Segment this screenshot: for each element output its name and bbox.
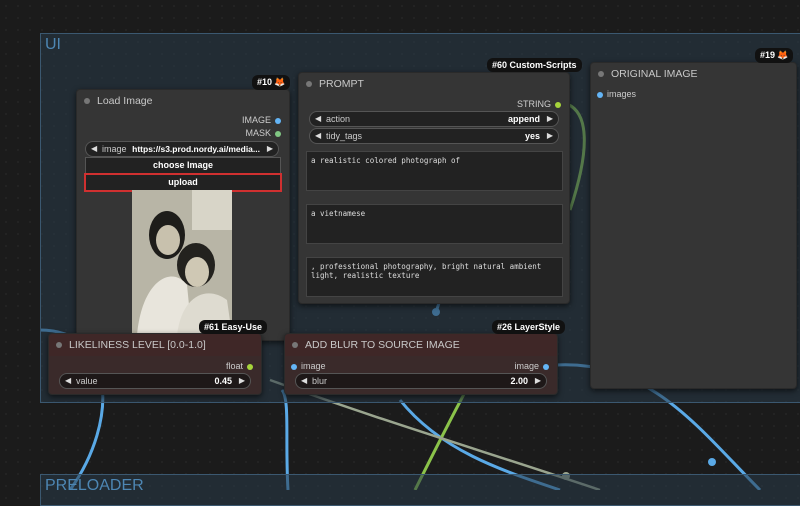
arrow-left-icon[interactable]: ◀: [315, 129, 321, 143]
widget-value: append: [507, 114, 540, 124]
group-title: UI: [45, 36, 61, 53]
node-header[interactable]: ORIGINAL IMAGE: [591, 63, 796, 85]
arrow-right-icon[interactable]: ▶: [239, 374, 245, 388]
node-prompt[interactable]: PROMPT STRING ◀ action append ▶ ◀ tidy_t…: [298, 72, 570, 304]
port-dot-icon[interactable]: [275, 117, 281, 124]
image-preview: [132, 190, 232, 335]
badge-text: #19: [760, 50, 776, 60]
input-label: images: [607, 89, 637, 99]
node-original-image[interactable]: ORIGINAL IMAGE images: [590, 62, 797, 389]
arrow-left-icon[interactable]: ◀: [315, 112, 321, 126]
port-dot-icon[interactable]: [597, 91, 603, 98]
blur-widget[interactable]: ◀ blur 2.00 ▶: [295, 373, 547, 389]
widget-value: yes: [524, 131, 540, 141]
arrow-left-icon[interactable]: ◀: [65, 374, 71, 388]
port-dot-icon[interactable]: [555, 101, 561, 108]
image-select-widget[interactable]: ◀ image https://s3.prod.nordy.ai/media..…: [85, 141, 279, 157]
widget-value: 0.45: [214, 376, 232, 386]
collapse-dot-icon[interactable]: [84, 98, 90, 104]
value-widget[interactable]: ◀ value 0.45 ▶: [59, 373, 251, 389]
arrow-right-icon[interactable]: ▶: [535, 374, 541, 388]
output-string[interactable]: STRING: [517, 99, 561, 109]
node-header[interactable]: ADD BLUR TO SOURCE IMAGE: [285, 334, 557, 356]
port-dot-icon[interactable]: [291, 363, 297, 370]
choose-image-button[interactable]: choose Image: [85, 157, 281, 174]
widget-label: action: [326, 114, 351, 124]
widget-label: tidy_tags: [326, 131, 363, 141]
output-label: MASK: [245, 128, 271, 138]
collapse-dot-icon[interactable]: [306, 81, 312, 87]
input-image[interactable]: image: [291, 361, 326, 371]
node-title: PROMPT: [319, 78, 364, 90]
output-mask[interactable]: MASK: [245, 128, 281, 138]
node-title: ORIGINAL IMAGE: [611, 68, 698, 80]
group-preloader[interactable]: PRELOADER: [40, 474, 800, 506]
fox-icon: 🦊: [274, 77, 286, 87]
widget-value: https://s3.prod.nordy.ai/media...: [132, 144, 260, 154]
input-label: image: [301, 361, 326, 371]
node-badge: #60 Custom-Scripts: [487, 58, 582, 72]
collapse-dot-icon[interactable]: [598, 71, 604, 77]
arrow-right-icon[interactable]: ▶: [267, 142, 273, 156]
node-load-image[interactable]: Load Image IMAGE MASK ◀ image https://s3…: [76, 89, 290, 341]
arrow-right-icon[interactable]: ▶: [547, 129, 553, 143]
node-title: LIKELINESS LEVEL [0.0-1.0]: [69, 339, 206, 351]
group-title: PRELOADER: [45, 477, 144, 494]
output-label: STRING: [516, 99, 551, 109]
output-image[interactable]: image: [514, 361, 549, 371]
widget-value: 2.00: [510, 376, 528, 386]
collapse-dot-icon[interactable]: [56, 342, 62, 348]
arrow-right-icon[interactable]: ▶: [547, 112, 553, 126]
collapse-dot-icon[interactable]: [292, 342, 298, 348]
fox-icon: 🦊: [777, 50, 789, 60]
widget-label: blur: [312, 376, 328, 386]
action-widget[interactable]: ◀ action append ▶: [309, 111, 559, 127]
node-header[interactable]: PROMPT: [299, 73, 569, 95]
photo-figures: [132, 190, 232, 335]
port-dot-icon[interactable]: [275, 130, 281, 137]
node-add-blur[interactable]: ADD BLUR TO SOURCE IMAGE image image ◀ b…: [284, 333, 558, 395]
node-title: ADD BLUR TO SOURCE IMAGE: [305, 339, 460, 351]
node-badge: #19 🦊: [755, 48, 794, 63]
node-header[interactable]: Load Image: [77, 90, 289, 112]
node-badge: #26 LayerStyle: [492, 320, 566, 334]
output-float[interactable]: float: [226, 361, 253, 371]
node-title: Load Image: [97, 95, 153, 107]
tidy-tags-widget[interactable]: ◀ tidy_tags yes ▶: [309, 128, 559, 144]
prompt-textarea-1[interactable]: a realistic colored photograph of: [306, 151, 563, 191]
port-dot-icon[interactable]: [247, 363, 253, 370]
output-label: IMAGE: [241, 115, 271, 125]
output-label: image: [514, 361, 539, 371]
port-dot-icon[interactable]: [543, 363, 549, 370]
arrow-left-icon[interactable]: ◀: [91, 142, 97, 156]
widget-label: image: [102, 144, 127, 154]
node-badge: #10 🦊: [252, 75, 291, 90]
output-image[interactable]: IMAGE: [242, 115, 281, 125]
prompt-textarea-2[interactable]: a vietnamese: [306, 204, 563, 244]
prompt-textarea-3[interactable]: , professtional photography, bright natu…: [306, 257, 563, 297]
node-header[interactable]: LIKELINESS LEVEL [0.0-1.0]: [49, 334, 261, 356]
badge-text: #10: [257, 77, 273, 87]
input-images[interactable]: images: [597, 89, 636, 99]
node-badge: #61 Easy-Use: [199, 320, 268, 334]
arrow-left-icon[interactable]: ◀: [301, 374, 307, 388]
node-likeliness-level[interactable]: LIKELINESS LEVEL [0.0-1.0] float ◀ value…: [48, 333, 262, 395]
wire-joint: [708, 458, 716, 466]
widget-label: value: [76, 376, 98, 386]
output-label: float: [225, 361, 243, 371]
